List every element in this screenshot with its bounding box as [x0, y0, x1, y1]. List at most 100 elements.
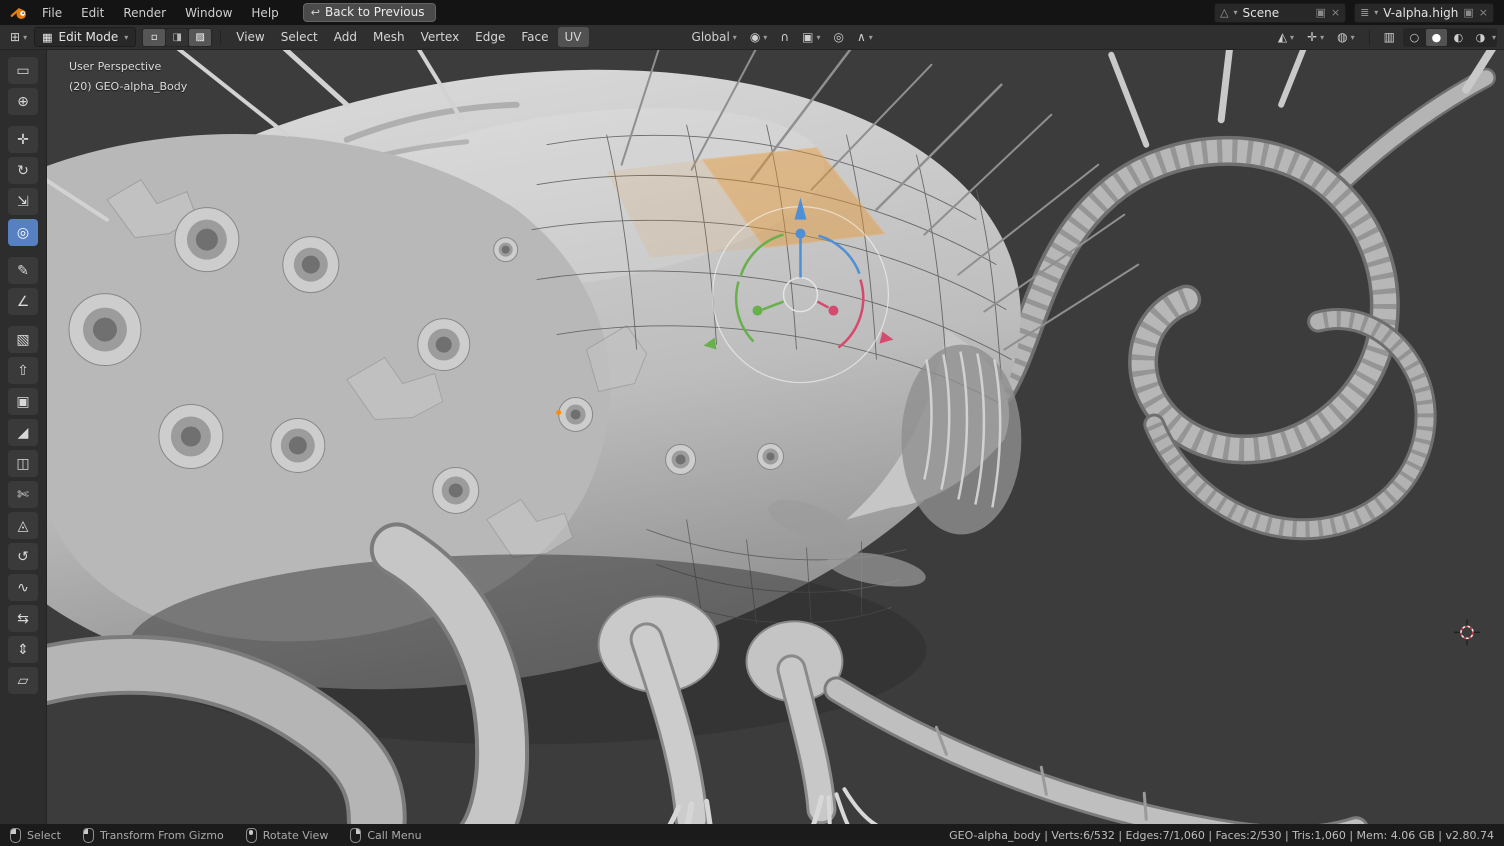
topbar: File Edit Render Window Help ↩ Back to P…	[0, 0, 1504, 25]
menu-vertex[interactable]: Vertex	[414, 27, 467, 47]
edge-select-toggle[interactable]: ◨	[166, 29, 188, 46]
xray-toggle[interactable]: ▥	[1379, 28, 1400, 46]
gizmo-y-handle[interactable]	[753, 306, 763, 316]
tool-loop-cut[interactable]: ◫	[8, 450, 38, 477]
left-drag-mouse-icon	[83, 828, 94, 843]
edge-slide-icon: ⇆	[17, 612, 29, 626]
tool-smooth[interactable]: ∿	[8, 574, 38, 601]
scene-selector[interactable]: △ ▾ Scene ▣ ×	[1214, 3, 1346, 23]
3d-viewport[interactable]: User Perspective (20) GEO-alpha_Body	[47, 50, 1504, 824]
topbar-right-group: △ ▾ Scene ▣ × ≣ ▾ V-alpha.high ▣ ×	[1214, 3, 1498, 23]
new-scene-icon[interactable]: ▣	[1315, 6, 1325, 19]
tool-scale[interactable]: ⇲	[8, 188, 38, 215]
shear-icon: ▱	[18, 674, 29, 688]
editor-type-button[interactable]: ⊞ ▾	[5, 28, 32, 46]
chevron-down-icon: ▾	[1234, 8, 1238, 17]
face-select-toggle[interactable]: ▨	[189, 29, 211, 46]
overlays-dropdown[interactable]: ◍ ▾	[1332, 28, 1360, 46]
view-layer-name: V-alpha.high	[1383, 6, 1458, 20]
shading-solid-button[interactable]: ●	[1426, 29, 1447, 46]
tool-shrink-fatten[interactable]: ⇕	[8, 636, 38, 663]
crater	[159, 405, 223, 469]
proportional-icon: ◎	[833, 30, 843, 44]
orientation-label: Global	[692, 30, 730, 44]
menu-face[interactable]: Face	[514, 27, 555, 47]
tool-extrude-region[interactable]: ⇧	[8, 357, 38, 384]
chevron-down-icon: ▾	[1320, 33, 1324, 42]
menu-window[interactable]: Window	[176, 3, 241, 23]
menu-uv[interactable]: UV	[558, 27, 589, 47]
menu-help[interactable]: Help	[242, 3, 287, 23]
tool-rotate[interactable]: ↻	[8, 157, 38, 184]
tool-move[interactable]: ✛	[8, 126, 38, 153]
face-select-icon: ▨	[196, 32, 205, 43]
tool-shear[interactable]: ▱	[8, 667, 38, 694]
back-to-previous-button[interactable]: ↩ Back to Previous	[303, 3, 436, 22]
snap-settings-dropdown[interactable]: ▣ ▾	[797, 28, 825, 46]
view-layer-selector[interactable]: ≣ ▾ V-alpha.high ▣ ×	[1354, 3, 1494, 23]
crater	[758, 443, 784, 469]
chevron-down-icon: ▾	[763, 33, 767, 42]
menu-edge[interactable]: Edge	[468, 27, 512, 47]
menu-edit[interactable]: Edit	[72, 3, 113, 23]
new-layer-icon[interactable]: ▣	[1463, 6, 1473, 19]
pivot-point-dropdown[interactable]: ◉ ▾	[745, 28, 773, 46]
snap-toggle[interactable]: ∩	[775, 28, 794, 46]
shading-mode-group: ○ ● ◐ ◑ ▾	[1403, 28, 1497, 47]
tool-bevel[interactable]: ◢	[8, 419, 38, 446]
tool-edge-slide[interactable]: ⇆	[8, 605, 38, 632]
proportional-editing-toggle[interactable]: ◎	[828, 28, 848, 46]
gizmo-x-handle[interactable]	[828, 306, 838, 316]
chevron-down-icon: ▾	[1351, 33, 1355, 42]
falloff-dropdown[interactable]: ∧ ▾	[852, 28, 878, 46]
smooth-icon: ∿	[17, 581, 29, 595]
separator	[1369, 30, 1370, 45]
menu-select[interactable]: Select	[274, 27, 325, 47]
shading-material-button[interactable]: ◐	[1448, 29, 1469, 46]
hint-call-menu: Call Menu	[350, 828, 421, 843]
gizmos-dropdown[interactable]: ✛ ▾	[1302, 28, 1329, 46]
tool-add-cube[interactable]: ▧	[8, 326, 38, 353]
chevron-down-icon: ▾	[23, 33, 27, 42]
scene-name: Scene	[1243, 6, 1311, 20]
mode-dropdown[interactable]: ▦ Edit Mode ▾	[34, 27, 136, 47]
viewport-overlay-text: User Perspective (20) GEO-alpha_Body	[69, 57, 187, 97]
menu-view[interactable]: View	[229, 27, 271, 47]
middle-mouse-icon	[246, 828, 257, 843]
menu-add[interactable]: Add	[327, 27, 364, 47]
menu-file[interactable]: File	[33, 3, 71, 23]
gizmo-z-handle[interactable]	[795, 229, 805, 239]
rotate-icon: ↻	[17, 164, 29, 178]
vertex-select-toggle[interactable]: ▫	[143, 29, 165, 46]
crater	[666, 444, 696, 474]
tool-cursor[interactable]: ⊕	[8, 88, 38, 115]
shading-rendered-button[interactable]: ◑	[1470, 29, 1491, 46]
tool-select-box[interactable]: ▭	[8, 57, 38, 84]
tool-annotate[interactable]: ✎	[8, 257, 38, 284]
close-icon[interactable]: ×	[1331, 6, 1340, 19]
chevron-down-icon: ▾	[124, 33, 128, 42]
tool-transform[interactable]: ◎	[8, 219, 38, 246]
tool-inset-faces[interactable]: ▣	[8, 388, 38, 415]
chevron-down-icon: ▾	[816, 33, 820, 42]
tool-poly-build[interactable]: ◬	[8, 512, 38, 539]
close-icon[interactable]: ×	[1479, 6, 1488, 19]
rendered-icon: ◑	[1476, 31, 1486, 44]
menu-render[interactable]: Render	[114, 3, 175, 23]
crater	[494, 238, 518, 262]
viewport-area: ▭ ⊕ ✛ ↻ ⇲ ◎ ✎ ∠ ▧ ⇧ ▣ ◢ ◫ ✄ ◬ ↺ ∿ ⇆ ⇕ ▱	[0, 50, 1504, 824]
solid-icon: ●	[1432, 31, 1442, 44]
edit-mode-icon: ▦	[42, 31, 52, 44]
tool-knife[interactable]: ✄	[8, 481, 38, 508]
menu-mesh[interactable]: Mesh	[366, 27, 412, 47]
visibility-dropdown[interactable]: ◭ ▾	[1273, 28, 1299, 46]
material-icon: ◐	[1454, 31, 1464, 44]
tool-spin[interactable]: ↺	[8, 543, 38, 570]
tool-measure[interactable]: ∠	[8, 288, 38, 315]
shading-dropdown-icon[interactable]: ▾	[1492, 33, 1496, 42]
transform-orientation-dropdown[interactable]: Global ▾	[687, 28, 742, 46]
knife-icon: ✄	[17, 488, 29, 502]
view-perspective-label: User Perspective	[69, 57, 187, 77]
shading-wireframe-button[interactable]: ○	[1404, 29, 1425, 46]
overlays-icon: ◍	[1337, 30, 1347, 44]
